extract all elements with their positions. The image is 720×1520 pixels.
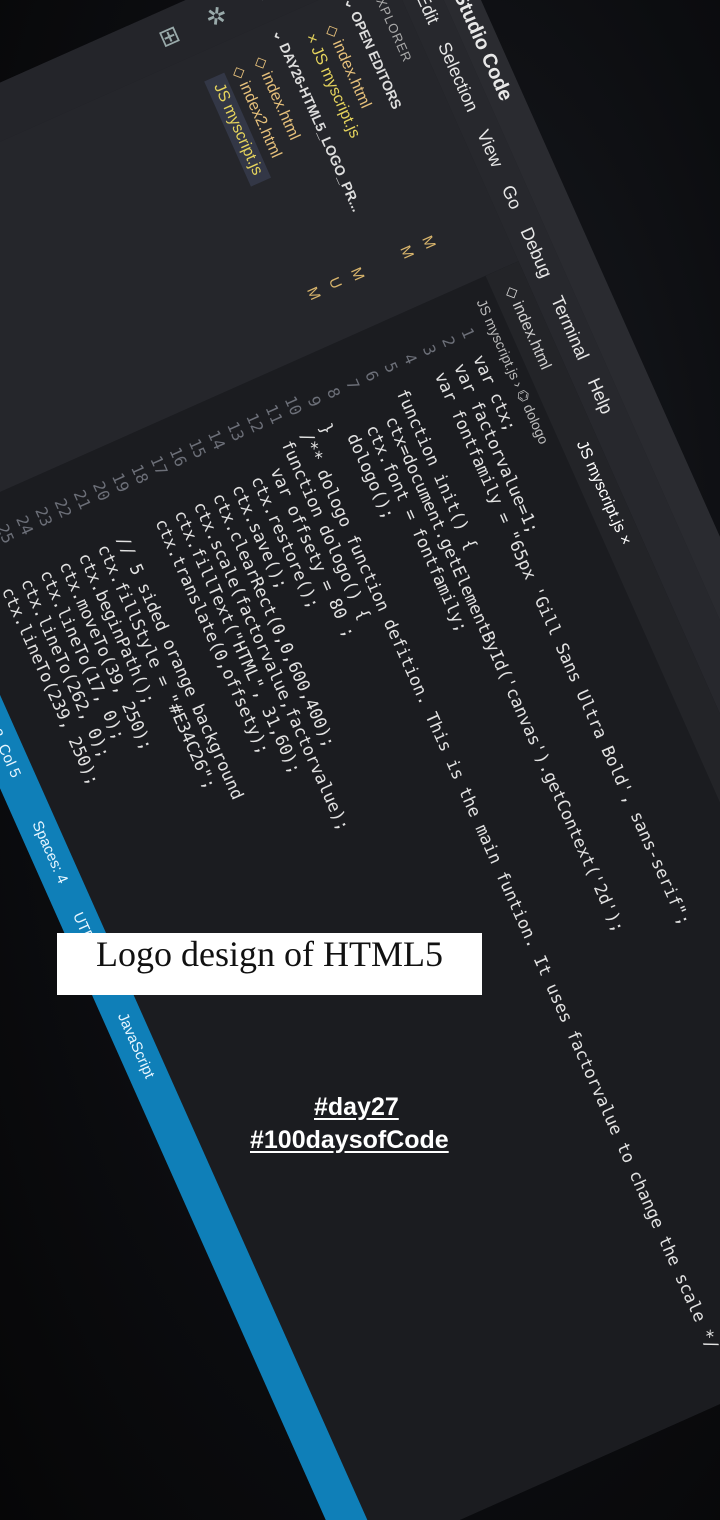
modified-badge: M bbox=[418, 233, 439, 252]
menu-item[interactable]: Help bbox=[583, 375, 617, 417]
hashtag-challenge: #100daysofCode bbox=[250, 1126, 449, 1154]
source-control-icon[interactable]: ⑂ bbox=[239, 0, 284, 18]
untracked-badge: U bbox=[325, 274, 345, 292]
symbol-icon: ⌬ bbox=[513, 386, 534, 405]
modified-badge: M bbox=[396, 243, 417, 262]
menu-item[interactable]: Go bbox=[497, 182, 526, 212]
vscode-window: Visual Studio Code FileEditSelectionView… bbox=[0, 0, 720, 1520]
menu-item[interactable]: Edit bbox=[412, 0, 443, 27]
caption-text: Logo design of HTML5 bbox=[96, 934, 443, 974]
modified-badge: M bbox=[346, 264, 368, 284]
debug-icon[interactable]: ✲ bbox=[193, 0, 238, 39]
extensions-icon[interactable]: ⊞ bbox=[147, 14, 192, 59]
photo-background: Visual Studio Code FileEditSelectionView… bbox=[0, 0, 720, 1520]
caption-box: Logo design of HTML5 bbox=[57, 933, 482, 995]
modified-badge: M bbox=[303, 284, 324, 303]
menu-item[interactable]: View bbox=[472, 127, 507, 171]
hashtag-day: #day27 bbox=[314, 1093, 399, 1121]
